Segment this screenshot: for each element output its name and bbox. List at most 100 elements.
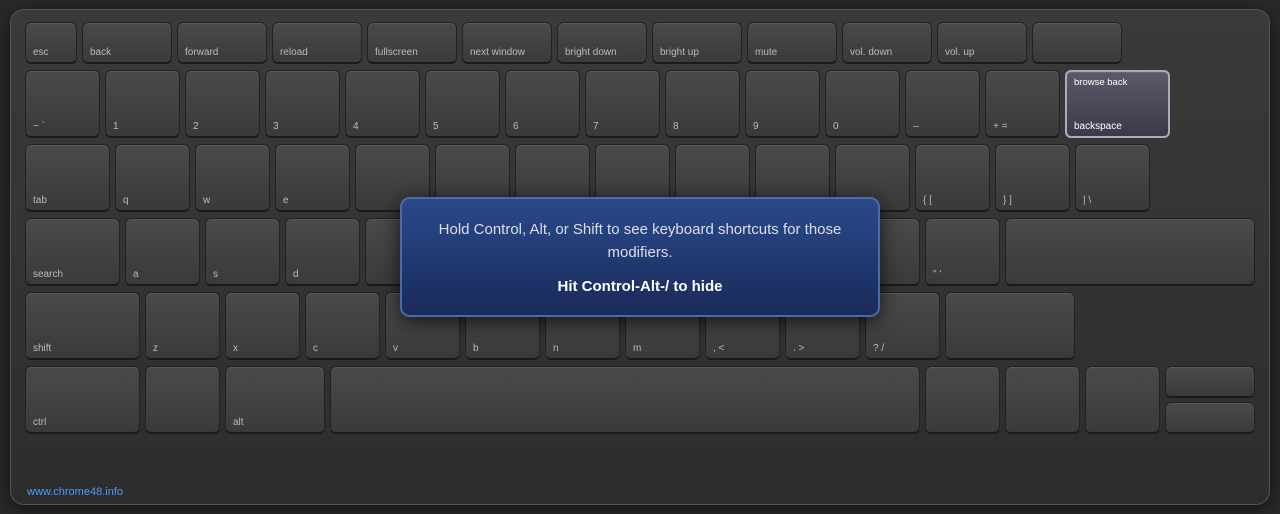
- key-tilde[interactable]: ~ `: [25, 70, 100, 138]
- key-shift-right[interactable]: [945, 292, 1075, 360]
- key-backspace[interactable]: browse back backspace: [1065, 70, 1170, 138]
- key-forward-label: forward: [185, 47, 218, 58]
- key-n-label: n: [553, 343, 559, 354]
- key-rbracket[interactable]: } ]: [995, 144, 1070, 212]
- key-ctrl[interactable]: ctrl: [25, 366, 140, 434]
- key-slash-label: ? /: [873, 343, 884, 354]
- key-6-label: 6: [513, 121, 519, 132]
- key-forward[interactable]: forward: [177, 22, 267, 64]
- key-mute[interactable]: mute: [747, 22, 837, 64]
- key-e[interactable]: e: [275, 144, 350, 212]
- key-tab-label: tab: [33, 195, 47, 206]
- footer-link[interactable]: www.chrome48.info: [27, 486, 123, 498]
- key-bottom-empty4[interactable]: [1085, 366, 1160, 434]
- key-next-window[interactable]: next window: [462, 22, 552, 64]
- key-comma-label: , <: [713, 343, 724, 354]
- key-1[interactable]: 1: [105, 70, 180, 138]
- key-reload[interactable]: reload: [272, 22, 362, 64]
- key-3[interactable]: 3: [265, 70, 340, 138]
- key-ctrl-label: ctrl: [33, 417, 46, 428]
- key-shift-left[interactable]: shift: [25, 292, 140, 360]
- key-next-window-label: next window: [470, 47, 525, 58]
- key-5[interactable]: 5: [425, 70, 500, 138]
- key-a-label: a: [133, 269, 139, 280]
- key-6[interactable]: 6: [505, 70, 580, 138]
- key-period-label: . >: [793, 343, 804, 354]
- key-quote[interactable]: " ': [925, 218, 1000, 286]
- key-d[interactable]: d: [285, 218, 360, 286]
- key-bottom-empty2[interactable]: [925, 366, 1000, 434]
- key-backslash[interactable]: | \: [1075, 144, 1150, 212]
- key-bottom-empty1[interactable]: [145, 366, 220, 434]
- key-c[interactable]: c: [305, 292, 380, 360]
- key-2[interactable]: 2: [185, 70, 260, 138]
- key-e-label: e: [283, 195, 289, 206]
- key-right-bottom[interactable]: [1165, 402, 1255, 434]
- key-x-label: x: [233, 343, 238, 354]
- key-fullscreen[interactable]: fullscreen: [367, 22, 457, 64]
- key-vol-up[interactable]: vol. up: [937, 22, 1027, 64]
- key-q[interactable]: q: [115, 144, 190, 212]
- key-3-label: 3: [273, 121, 279, 132]
- key-alt-label: alt: [233, 417, 244, 428]
- key-9[interactable]: 9: [745, 70, 820, 138]
- key-m-label: m: [633, 343, 641, 354]
- key-d-label: d: [293, 269, 299, 280]
- key-bottom-empty3[interactable]: [1005, 366, 1080, 434]
- key-vol-up-label: vol. up: [945, 47, 974, 58]
- key-8[interactable]: 8: [665, 70, 740, 138]
- key-reload-label: reload: [280, 47, 308, 58]
- key-w[interactable]: w: [195, 144, 270, 212]
- function-row: esc back forward reload fullscreen next …: [25, 22, 1255, 64]
- key-c-label: c: [313, 343, 318, 354]
- key-search[interactable]: search: [25, 218, 120, 286]
- key-lbracket[interactable]: { [: [915, 144, 990, 212]
- key-mute-label: mute: [755, 47, 777, 58]
- key-equals[interactable]: + =: [985, 70, 1060, 138]
- key-0[interactable]: 0: [825, 70, 900, 138]
- key-s[interactable]: s: [205, 218, 280, 286]
- key-bright-down[interactable]: bright down: [557, 22, 647, 64]
- keyboard: esc back forward reload fullscreen next …: [10, 9, 1270, 505]
- key-empty1[interactable]: [1032, 22, 1122, 64]
- key-backspace-label: backspace: [1074, 121, 1122, 132]
- key-vol-down[interactable]: vol. down: [842, 22, 932, 64]
- key-quote-label: " ': [933, 269, 941, 280]
- key-bright-up[interactable]: bright up: [652, 22, 742, 64]
- key-backslash-label: | \: [1083, 195, 1091, 206]
- key-minus[interactable]: –: [905, 70, 980, 138]
- key-2-label: 2: [193, 121, 199, 132]
- key-bright-down-label: bright down: [565, 47, 617, 58]
- key-z[interactable]: z: [145, 292, 220, 360]
- key-5-label: 5: [433, 121, 439, 132]
- key-9-label: 9: [753, 121, 759, 132]
- key-tab[interactable]: tab: [25, 144, 110, 212]
- key-fullscreen-label: fullscreen: [375, 47, 418, 58]
- key-minus-label: –: [913, 121, 919, 132]
- key-tilde-label: ~ `: [33, 121, 45, 132]
- key-8-label: 8: [673, 121, 679, 132]
- key-b-label: b: [473, 343, 479, 354]
- key-4-label: 4: [353, 121, 359, 132]
- key-1-label: 1: [113, 121, 119, 132]
- key-esc-label: esc: [33, 47, 49, 58]
- bottom-row: ctrl alt: [25, 366, 1255, 434]
- key-enter[interactable]: [1005, 218, 1255, 286]
- key-x[interactable]: x: [225, 292, 300, 360]
- key-4[interactable]: 4: [345, 70, 420, 138]
- key-right-cluster: [1165, 366, 1255, 434]
- key-esc[interactable]: esc: [25, 22, 77, 64]
- number-row: ~ ` 1 2 3 4 5 6 7 8 9 0: [25, 70, 1255, 138]
- key-7[interactable]: 7: [585, 70, 660, 138]
- key-alt[interactable]: alt: [225, 366, 325, 434]
- key-rbracket-label: } ]: [1003, 195, 1012, 206]
- key-back[interactable]: back: [82, 22, 172, 64]
- key-back-label: back: [90, 47, 111, 58]
- key-right-top[interactable]: [1165, 366, 1255, 398]
- key-a[interactable]: a: [125, 218, 200, 286]
- key-w-label: w: [203, 195, 210, 206]
- key-bright-up-label: bright up: [660, 47, 699, 58]
- key-v-label: v: [393, 343, 398, 354]
- key-space[interactable]: [330, 366, 920, 434]
- keyboard-shortcut-tooltip: Hold Control, Alt, or Shift to see keybo…: [400, 197, 880, 317]
